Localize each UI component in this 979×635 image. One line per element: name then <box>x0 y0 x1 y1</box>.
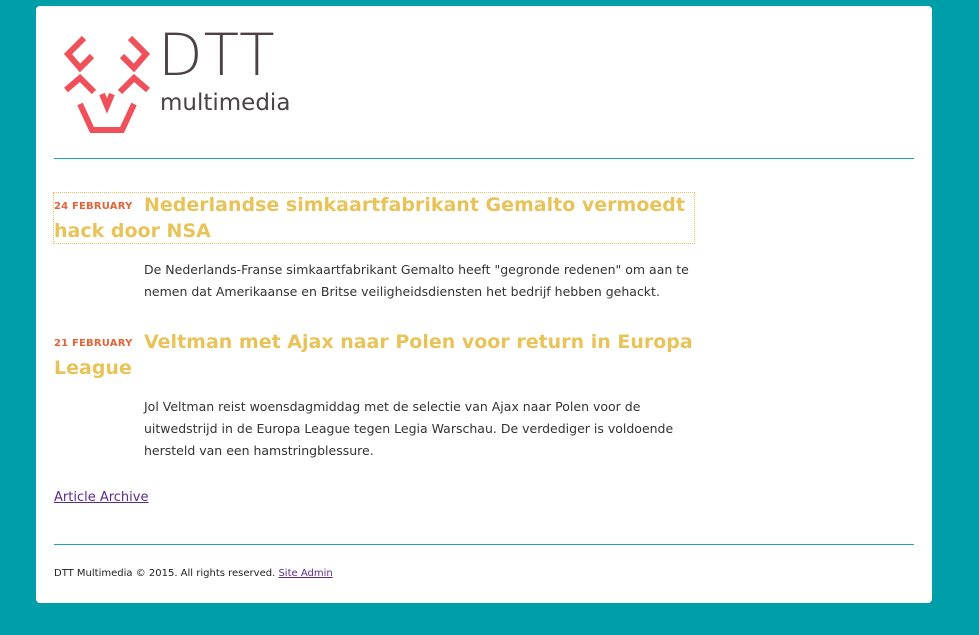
content-card: DTT multimedia 24 FEBRUARY Nederlandse si… <box>36 6 932 603</box>
article-title[interactable]: Veltman met Ajax naar Polen voor return … <box>54 331 693 379</box>
logo-wordmark: DTT <box>158 21 276 89</box>
site-admin-link[interactable]: Site Admin <box>278 568 332 579</box>
header-divider <box>54 158 914 159</box>
dtt-logo[interactable]: DTT multimedia <box>62 26 322 142</box>
dtt-logo-mark-icon <box>63 35 151 133</box>
footer: DTT Multimedia © 2015. All rights reserv… <box>54 568 333 579</box>
article-date: 24 FEBRUARY <box>54 201 133 212</box>
copyright-text: DTT Multimedia © 2015. All rights reserv… <box>54 568 276 579</box>
article-date: 21 FEBRUARY <box>54 338 133 349</box>
article-title[interactable]: Nederlandse simkaartfabrikant Gemalto ve… <box>54 194 685 242</box>
article-summary: Jol Veltman reist woensdagmiddag met de … <box>144 399 674 458</box>
article-item: 21 FEBRUARY Veltman met Ajax naar Polen v… <box>54 330 694 462</box>
article-item: 24 FEBRUARY Nederlandse simkaartfabrikant… <box>53 192 695 303</box>
article-summary: De Nederlands-Franse simkaartfabrikant G… <box>144 262 689 299</box>
article-title-link[interactable]: 21 FEBRUARY Veltman met Ajax naar Polen v… <box>54 330 694 380</box>
footer-divider <box>54 544 914 545</box>
logo-subtitle: multimedia <box>160 90 291 116</box>
article-archive-link[interactable]: Article Archive <box>54 490 148 505</box>
article-title-link[interactable]: 24 FEBRUARY Nederlandse simkaartfabrikant… <box>53 192 695 244</box>
